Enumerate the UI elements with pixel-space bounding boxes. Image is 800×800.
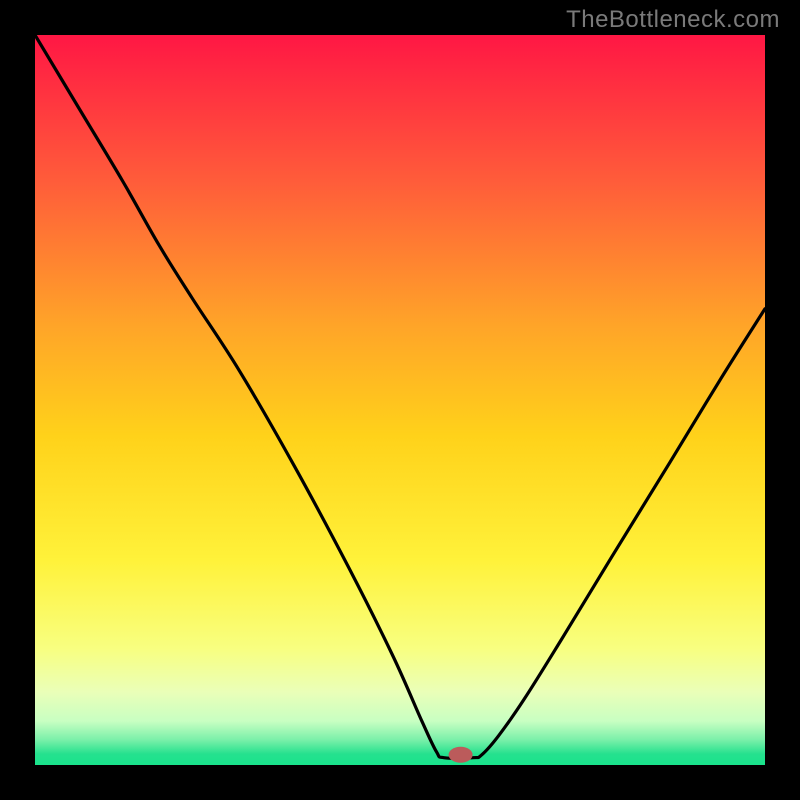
bottleneck-plot xyxy=(35,35,765,765)
chart-frame: TheBottleneck.com xyxy=(0,0,800,800)
gradient-background xyxy=(35,35,765,765)
watermark-text: TheBottleneck.com xyxy=(566,6,780,34)
optimal-marker xyxy=(449,747,473,763)
